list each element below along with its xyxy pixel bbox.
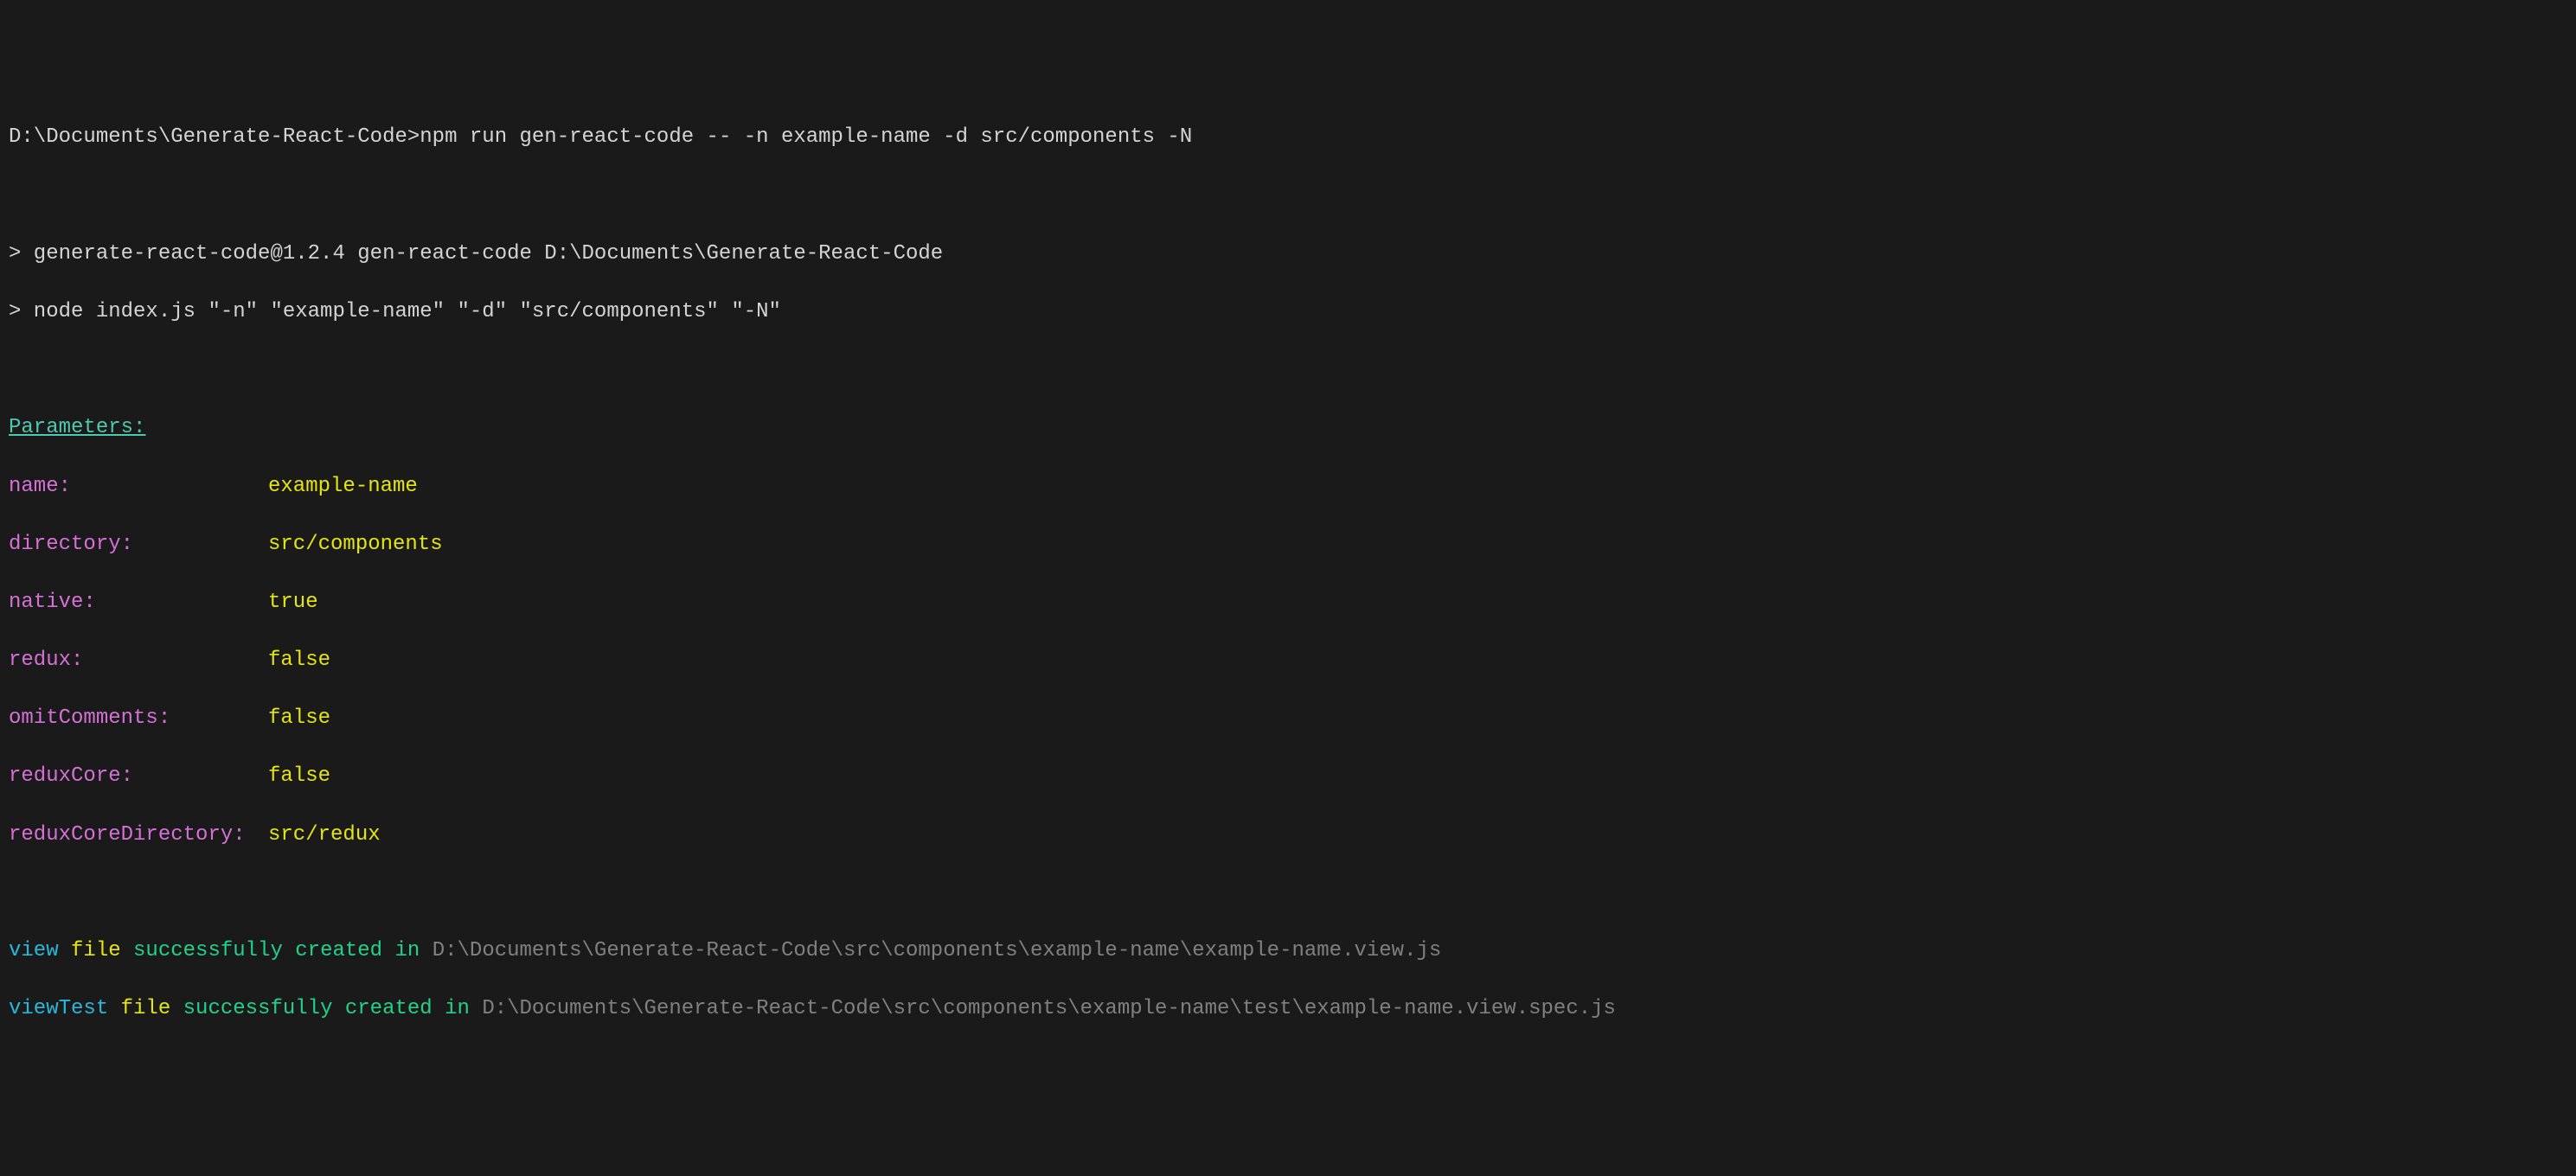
result-type: view xyxy=(9,939,59,962)
command-line: D:\Documents\Generate-React-Code>npm run… xyxy=(9,123,2567,152)
param-value: src/components xyxy=(268,530,443,559)
npm-output-1: > generate-react-code@1.2.4 gen-react-co… xyxy=(9,242,943,265)
result-file-word: file xyxy=(71,939,121,962)
result-line-view: view file successfully created in D:\Doc… xyxy=(9,936,2567,966)
param-label: directory: xyxy=(9,530,268,559)
result-success-text: successfully created in xyxy=(133,939,420,962)
output-line-2: > node index.js "-n" "example-name" "-d"… xyxy=(9,297,2567,327)
blank-line xyxy=(9,182,2567,211)
prompt-path: D:\Documents\Generate-React-Code> xyxy=(9,125,420,149)
param-label: reduxCore: xyxy=(9,762,268,791)
param-value: false xyxy=(268,646,330,675)
result-file-word: file xyxy=(121,997,171,1020)
param-value: example-name xyxy=(268,472,418,502)
result-path: D:\Documents\Generate-React-Code\src\com… xyxy=(433,939,1442,962)
result-success-text: successfully created in xyxy=(183,997,470,1020)
param-row-omit-comments: omitComments:false xyxy=(9,704,2567,733)
output-line-1: > generate-react-code@1.2.4 gen-react-co… xyxy=(9,240,2567,269)
blank-line xyxy=(9,879,2567,908)
result-type: viewTest xyxy=(9,997,108,1020)
parameters-header: Parameters: xyxy=(9,416,145,439)
param-label: redux: xyxy=(9,646,268,675)
param-row-redux-core-dir: reduxCoreDirectory:src/redux xyxy=(9,821,2567,850)
npm-output-2: > node index.js "-n" "example-name" "-d"… xyxy=(9,300,781,323)
param-label: omitComments: xyxy=(9,704,268,733)
param-value: true xyxy=(268,588,318,617)
param-row-redux-core: reduxCore:false xyxy=(9,762,2567,791)
blank-line xyxy=(9,355,2567,385)
param-row-redux: redux:false xyxy=(9,646,2567,675)
parameters-header-line: Parameters: xyxy=(9,413,2567,443)
param-value: false xyxy=(268,762,330,791)
param-value: false xyxy=(268,704,330,733)
param-value: src/redux xyxy=(268,821,381,850)
param-label: name: xyxy=(9,472,268,502)
result-path: D:\Documents\Generate-React-Code\src\com… xyxy=(482,997,1616,1020)
command-text: npm run gen-react-code -- -n example-nam… xyxy=(420,125,1192,149)
param-label: reduxCoreDirectory: xyxy=(9,821,268,850)
param-label: native: xyxy=(9,588,268,617)
result-line-viewtest: viewTest file successfully created in D:… xyxy=(9,994,2567,1024)
param-row-directory: directory:src/components xyxy=(9,530,2567,559)
param-row-native: native:true xyxy=(9,588,2567,617)
param-row-name: name:example-name xyxy=(9,472,2567,502)
